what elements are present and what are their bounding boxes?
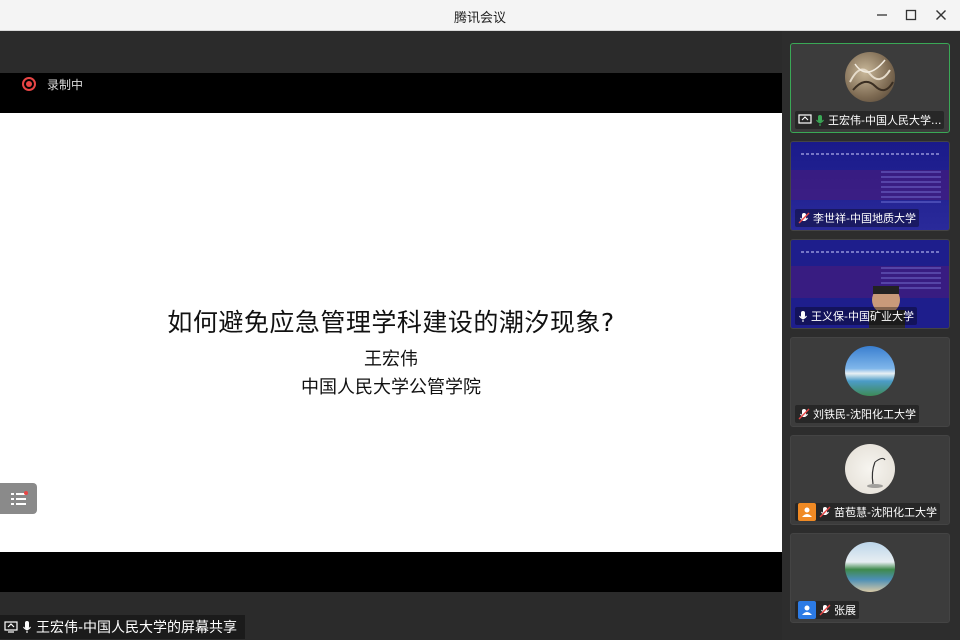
participant-label: 刘铁民-沈阳化工大学 [795, 405, 919, 423]
participant-tile[interactable]: 张展 [790, 533, 950, 623]
participant-tile[interactable]: 李世祥-中国地质大学 [790, 141, 950, 231]
microphone-icon [23, 621, 31, 633]
list-icon [10, 490, 28, 505]
member-list-toggle-button[interactable] [0, 483, 37, 514]
screen-share-icon [4, 621, 18, 633]
window-titlebar: 腾讯会议 [0, 0, 960, 31]
maximize-icon[interactable] [899, 4, 923, 26]
participant-name: 王义保-中国矿业大学 [811, 310, 914, 323]
participant-avatar [845, 542, 895, 592]
user-icon [798, 601, 816, 619]
participant-name: 王宏伟-中国人民大学... [828, 114, 942, 127]
participant-tile[interactable]: 苗苞慧-沈阳化工大学 [790, 435, 950, 525]
participant-label: 张展 [795, 601, 859, 619]
microphone-muted-icon [819, 506, 831, 517]
slide-organization: 中国人民大学公管学院 [301, 377, 481, 398]
recording-label: 录制中 [47, 77, 84, 92]
participant-name: 刘铁民-沈阳化工大学 [813, 408, 916, 421]
window-title: 腾讯会议 [453, 11, 506, 26]
participant-label: 王宏伟-中国人民大学... [795, 111, 945, 129]
participant-label: 王义保-中国矿业大学 [795, 307, 917, 325]
record-icon [22, 77, 36, 91]
screen-share-text: 王宏伟-中国人民大学的屏幕共享 [36, 620, 238, 636]
presentation-slide: 如何避免应急管理学科建设的潮汐现象? 王宏伟 中国人民大学公管学院 [0, 113, 782, 552]
screen-share-label: 王宏伟-中国人民大学的屏幕共享 [0, 615, 246, 639]
shared-screen-area: 录制中 如何避免应急管理学科建设的潮汐现象? 王宏伟 中国人民大学公管学院 王宏… [0, 31, 782, 640]
participant-tile[interactable]: 王宏伟-中国人民大学... [790, 43, 950, 133]
participant-avatar [845, 346, 895, 396]
participant-avatar [845, 444, 895, 494]
participant-name: 苗苞慧-沈阳化工大学 [834, 506, 937, 519]
participant-label: 苗苞慧-沈阳化工大学 [795, 503, 940, 521]
participant-tile[interactable]: 刘铁民-沈阳化工大学 [790, 337, 950, 427]
microphone-muted-icon [819, 604, 831, 615]
participant-name: 李世祥-中国地质大学 [813, 212, 916, 225]
participant-label: 李世祥-中国地质大学 [795, 209, 919, 227]
user-icon [798, 503, 816, 521]
recording-indicator: 录制中 [22, 74, 83, 94]
screen-share-icon [798, 114, 812, 124]
participant-avatar [845, 52, 895, 102]
close-icon[interactable] [929, 4, 953, 26]
minimize-icon[interactable] [870, 4, 894, 26]
slide-title: 如何避免应急管理学科建设的潮汐现象? [167, 308, 615, 337]
microphone-icon [799, 310, 807, 322]
participant-name: 张展 [834, 604, 856, 617]
slide-author: 王宏伟 [364, 349, 418, 370]
microphone-active-icon [816, 114, 824, 126]
microphone-muted-icon [798, 212, 810, 223]
microphone-muted-icon [798, 408, 810, 419]
letterbox-top [0, 73, 782, 113]
letterbox-bottom [0, 552, 782, 592]
participant-tile[interactable]: 王义保-中国矿业大学 [790, 239, 950, 329]
participant-sidebar: 王宏伟-中国人民大学... 李世祥-中国地质大学 王义保-中国矿业大学 刘铁民-… [782, 31, 960, 640]
